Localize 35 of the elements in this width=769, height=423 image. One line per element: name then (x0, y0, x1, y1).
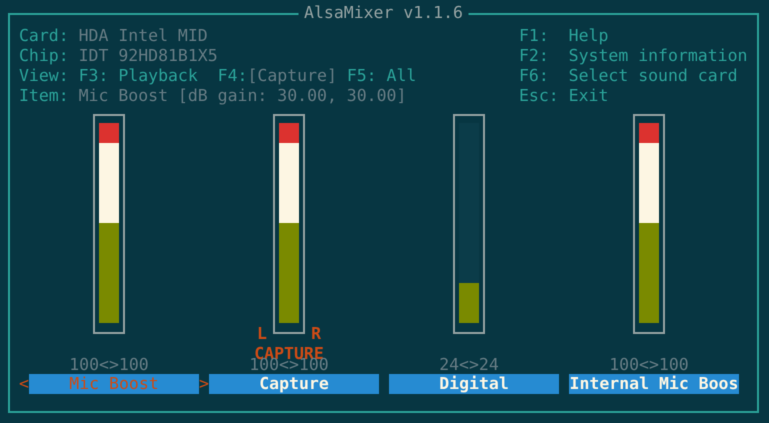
volume-value: 100<>100 (68, 354, 150, 374)
info-value: Mic Boost [dB gain: 30.00, 30.00] (78, 86, 406, 106)
view-key: F5: (346, 66, 377, 86)
info-label: Item: (19, 86, 69, 106)
volume-value: 100<>100 (608, 354, 690, 374)
info-label: Card: (19, 26, 69, 46)
channel-name[interactable]: Digital (389, 374, 559, 394)
view-option[interactable]: [Capture] (247, 66, 337, 86)
info-value: IDT 92HD81B1X5 (78, 46, 218, 66)
view-key: F4: (218, 66, 248, 86)
shortcut-key: F2: (519, 46, 569, 66)
info-label: View: (19, 66, 69, 86)
volume-meter[interactable] (453, 114, 485, 334)
info-value: HDA Intel MID (78, 26, 208, 46)
shortcut-key: F1: (519, 26, 569, 46)
selection-marker: > (199, 374, 209, 394)
view-option[interactable]: Playback (118, 66, 198, 86)
volume-meter[interactable] (633, 114, 665, 334)
shortcut-description: System information (568, 46, 748, 66)
volume-meter[interactable] (93, 114, 125, 334)
shortcut-description: Help (568, 26, 608, 46)
channel-name[interactable]: Internal Mic Boos (569, 374, 739, 394)
left-channel-label: L (257, 324, 267, 344)
shortcut-key: F6: (519, 66, 569, 86)
volume-value: 24<>24 (438, 354, 500, 374)
view-option[interactable]: All (386, 66, 416, 86)
volume-meter[interactable] (273, 114, 305, 334)
view-key: F3: (78, 66, 108, 86)
selection-marker: < (19, 374, 29, 394)
right-channel-label: R (311, 324, 321, 344)
shortcut-key: Esc: (519, 86, 569, 106)
shortcut-description: Exit (568, 86, 608, 106)
info-label: Chip: (19, 46, 69, 66)
channel-name[interactable]: Capture (209, 374, 379, 394)
shortcut-description: Select sound card (568, 66, 738, 86)
